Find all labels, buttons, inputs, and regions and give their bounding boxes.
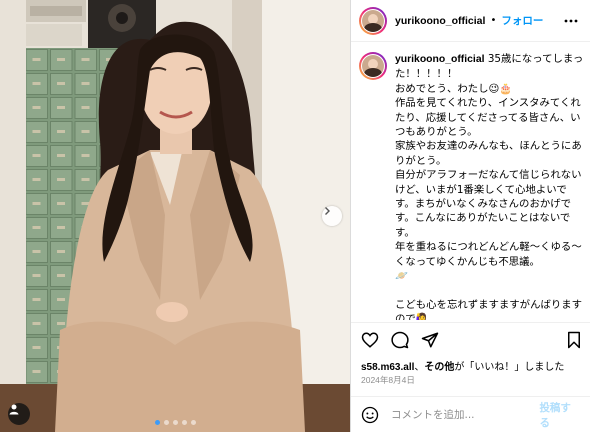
carousel-next-button[interactable] <box>322 206 342 226</box>
comment-icon[interactable] <box>391 331 409 349</box>
post-header: yurikoono_official • フォロー <box>351 0 590 42</box>
carousel-dot <box>163 420 169 425</box>
caption-avatar[interactable] <box>359 52 387 80</box>
avatar[interactable] <box>359 6 387 35</box>
likes-others-link[interactable]: その他 <box>424 362 454 373</box>
post-caption: yurikoono_official 35歳になってしまった！！！！！ おめでと… <box>359 52 585 320</box>
more-options-icon[interactable] <box>563 13 579 29</box>
likes-user-link[interactable]: s58.m63.all <box>361 362 414 373</box>
post-date[interactable]: 2024年8月4日 <box>361 374 415 386</box>
caption-username[interactable]: yurikoono_official <box>395 54 485 65</box>
comment-input[interactable] <box>391 408 540 421</box>
paper-plane-icon[interactable] <box>421 331 439 349</box>
username-link[interactable]: yurikoono_official <box>395 15 485 27</box>
separator-dot: • <box>490 15 497 26</box>
emoji-icon[interactable] <box>361 406 379 424</box>
caption-body: yurikoono_official 35歳になってしまった！！！！！ おめでと… <box>395 52 585 320</box>
carousel-indicator <box>0 420 350 425</box>
bookmark-icon[interactable] <box>565 331 583 349</box>
post-side-panel: yurikoono_official • フォロー yurikoono_offi… <box>350 0 590 432</box>
comment-bar: 投稿する <box>351 396 590 432</box>
likes-suffix: が「いいね！」しました <box>454 362 565 373</box>
post-comment-button[interactable]: 投稿する <box>539 400 581 430</box>
follow-button[interactable]: フォロー <box>501 13 543 28</box>
carousel-dot <box>172 420 178 425</box>
carousel-dot <box>154 420 160 425</box>
heart-icon[interactable] <box>361 331 379 349</box>
action-bar <box>351 322 590 356</box>
carousel-dot <box>190 420 196 425</box>
user-tag-icon <box>9 404 19 415</box>
chevron-right-icon <box>325 207 330 215</box>
caption-text: 35歳になってしまった！！！！！ おめでとう、わたし😉🎂 作品を見てくれたり、イ… <box>395 53 584 320</box>
carousel-dot <box>181 420 187 425</box>
post-photo[interactable] <box>0 0 350 432</box>
likes-summary: s58.m63.all、その他が「いいね！」しました <box>361 358 564 373</box>
likes-connector: 、 <box>414 362 425 373</box>
photo-illustration <box>0 0 350 432</box>
